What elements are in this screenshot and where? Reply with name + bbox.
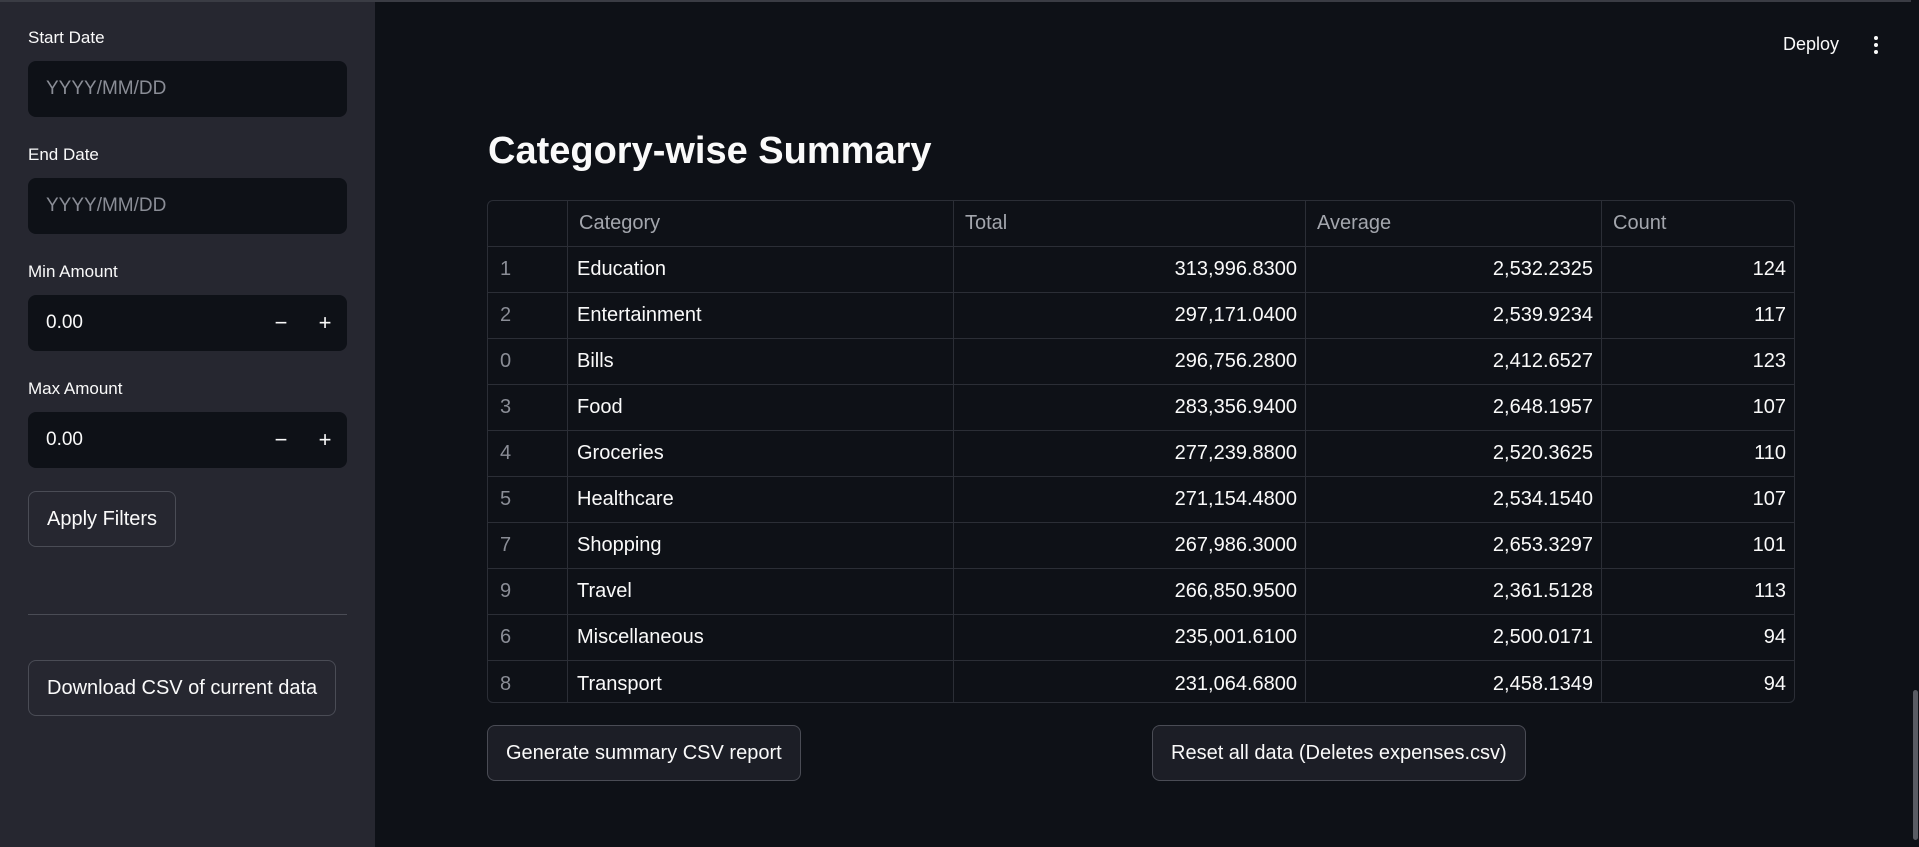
row-index-cell[interactable]: 9 xyxy=(488,569,568,614)
column-header-total[interactable]: Total xyxy=(954,201,1306,246)
total-cell[interactable]: 313,996.8300 xyxy=(954,247,1306,292)
apply-filters-button[interactable]: Apply Filters xyxy=(28,491,177,547)
summary-table[interactable]: Category Total Average Count 1 Education 3… xyxy=(487,200,1795,703)
download-csv-button[interactable]: Download CSV of current data xyxy=(28,660,337,716)
min-amount-value[interactable]: 0.00 xyxy=(28,312,259,334)
max-amount-label: Max Amount xyxy=(28,379,123,398)
average-cell[interactable]: 2,500.0171 xyxy=(1306,615,1602,660)
category-cell[interactable]: Bills xyxy=(568,339,954,384)
average-cell[interactable]: 2,539.9234 xyxy=(1306,293,1602,338)
total-cell[interactable]: 297,171.0400 xyxy=(954,293,1306,338)
table-row[interactable]: 6 Miscellaneous 235,001.6100 2,500.0171 94 xyxy=(488,615,1794,661)
start-date-input[interactable]: YYYY/MM/DD xyxy=(28,61,347,117)
total-cell[interactable]: 235,001.6100 xyxy=(954,615,1306,660)
row-index-cell[interactable]: 6 xyxy=(488,615,568,660)
count-cell[interactable]: 113 xyxy=(1602,569,1794,614)
min-amount-increment-button[interactable]: + xyxy=(303,295,347,351)
count-cell[interactable]: 117 xyxy=(1602,293,1794,338)
average-cell[interactable]: 2,648.1957 xyxy=(1306,385,1602,430)
count-cell[interactable]: 94 xyxy=(1602,615,1794,660)
count-cell[interactable]: 101 xyxy=(1602,523,1794,568)
table-row[interactable]: 1 Education 313,996.8300 2,532.2325 124 xyxy=(488,247,1794,293)
min-amount-label: Min Amount xyxy=(28,262,118,281)
start-date-label: Start Date xyxy=(28,28,105,47)
average-cell[interactable]: 2,458.1349 xyxy=(1306,661,1602,702)
table-row[interactable]: 9 Travel 266,850.9500 2,361.5128 113 xyxy=(488,569,1794,615)
row-index-cell[interactable]: 8 xyxy=(488,661,568,702)
average-cell[interactable]: 2,412.6527 xyxy=(1306,339,1602,384)
table-row[interactable]: 7 Shopping 267,986.3000 2,653.3297 101 xyxy=(488,523,1794,569)
category-cell[interactable]: Education xyxy=(568,247,954,292)
category-cell[interactable]: Healthcare xyxy=(568,477,954,522)
count-cell[interactable]: 107 xyxy=(1602,477,1794,522)
average-cell[interactable]: 2,653.3297 xyxy=(1306,523,1602,568)
row-index-cell[interactable]: 0 xyxy=(488,339,568,384)
average-cell[interactable]: 2,534.1540 xyxy=(1306,477,1602,522)
count-cell[interactable]: 110 xyxy=(1602,431,1794,476)
table-row[interactable]: 5 Healthcare 271,154.4800 2,534.1540 107 xyxy=(488,477,1794,523)
reset-data-button[interactable]: Reset all data (Deletes expenses.csv) xyxy=(1152,725,1526,781)
table-row[interactable]: 4 Groceries 277,239.8800 2,520.3625 110 xyxy=(488,431,1794,477)
page-title: Category-wise Summary xyxy=(488,130,932,172)
table-body: 1 Education 313,996.8300 2,532.2325 124 2 Ente… xyxy=(488,247,1794,702)
row-index-cell[interactable]: 4 xyxy=(488,431,568,476)
count-cell[interactable]: 123 xyxy=(1602,339,1794,384)
category-cell[interactable]: Travel xyxy=(568,569,954,614)
max-amount-value[interactable]: 0.00 xyxy=(28,429,259,451)
min-amount-decrement-button[interactable]: − xyxy=(259,295,303,351)
min-amount-input[interactable]: 0.00 − + xyxy=(28,295,347,351)
average-cell[interactable]: 2,532.2325 xyxy=(1306,247,1602,292)
row-index-cell[interactable]: 7 xyxy=(488,523,568,568)
table-row[interactable]: 2 Entertainment 297,171.0400 2,539.9234 117 xyxy=(488,293,1794,339)
total-cell[interactable]: 296,756.2800 xyxy=(954,339,1306,384)
category-cell[interactable]: Shopping xyxy=(568,523,954,568)
total-cell[interactable]: 267,986.3000 xyxy=(954,523,1306,568)
category-cell[interactable]: Food xyxy=(568,385,954,430)
column-header-average[interactable]: Average xyxy=(1306,201,1602,246)
count-cell[interactable]: 107 xyxy=(1602,385,1794,430)
generate-summary-report-button[interactable]: Generate summary CSV report xyxy=(487,725,801,781)
total-cell[interactable]: 266,850.9500 xyxy=(954,569,1306,614)
row-index-cell[interactable]: 5 xyxy=(488,477,568,522)
max-amount-input[interactable]: 0.00 − + xyxy=(28,412,347,468)
average-cell[interactable]: 2,520.3625 xyxy=(1306,431,1602,476)
count-cell[interactable]: 124 xyxy=(1602,247,1794,292)
end-date-label: End Date xyxy=(28,145,99,164)
column-header-index[interactable] xyxy=(488,201,568,246)
end-date-input[interactable]: YYYY/MM/DD xyxy=(28,178,347,234)
column-header-category[interactable]: Category xyxy=(568,201,954,246)
table-row[interactable]: 8 Transport 231,064.6800 2,458.1349 94 xyxy=(488,661,1794,702)
total-cell[interactable]: 277,239.8800 xyxy=(954,431,1306,476)
total-cell[interactable]: 271,154.4800 xyxy=(954,477,1306,522)
row-index-cell[interactable]: 2 xyxy=(488,293,568,338)
scrollbar-thumb[interactable] xyxy=(1913,690,1918,840)
category-cell[interactable]: Miscellaneous xyxy=(568,615,954,660)
kebab-menu-icon[interactable] xyxy=(1868,34,1884,56)
deploy-button[interactable]: Deploy xyxy=(1783,34,1839,55)
table-row[interactable]: 3 Food 283,356.9400 2,648.1957 107 xyxy=(488,385,1794,431)
count-cell[interactable]: 94 xyxy=(1602,661,1794,702)
category-cell[interactable]: Transport xyxy=(568,661,954,702)
column-header-count[interactable]: Count xyxy=(1602,201,1794,246)
row-index-cell[interactable]: 3 xyxy=(488,385,568,430)
max-amount-increment-button[interactable]: + xyxy=(303,412,347,468)
max-amount-decrement-button[interactable]: − xyxy=(259,412,303,468)
category-cell[interactable]: Entertainment xyxy=(568,293,954,338)
sidebar-divider xyxy=(28,614,347,615)
sidebar: Start Date YYYY/MM/DD End Date YYYY/MM/D… xyxy=(0,2,375,847)
table-row[interactable]: 0 Bills 296,756.2800 2,412.6527 123 xyxy=(488,339,1794,385)
average-cell[interactable]: 2,361.5128 xyxy=(1306,569,1602,614)
category-cell[interactable]: Groceries xyxy=(568,431,954,476)
table-header: Category Total Average Count xyxy=(488,201,1794,247)
row-index-cell[interactable]: 1 xyxy=(488,247,568,292)
total-cell[interactable]: 231,064.6800 xyxy=(954,661,1306,702)
total-cell[interactable]: 283,356.9400 xyxy=(954,385,1306,430)
